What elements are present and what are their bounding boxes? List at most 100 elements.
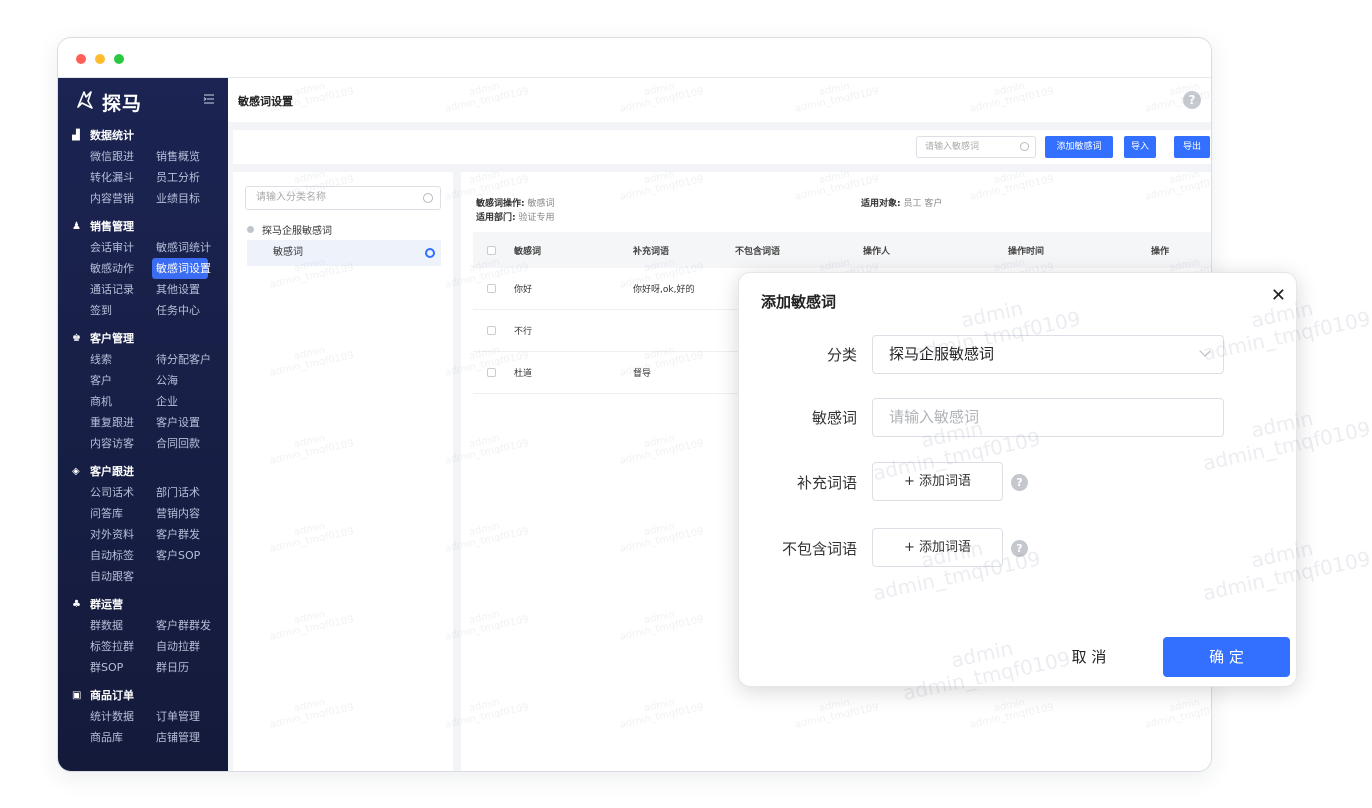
sidebar-items: 群数据 客户群群发 标签拉群 自动拉群 群SOP 群日历 [72,615,228,678]
sidebar-item[interactable]: 店铺管理 [156,727,222,748]
sidebar-item[interactable]: 待分配客户 [156,349,222,370]
sidebar-item[interactable]: 自动拉群 [156,636,222,657]
maximize-window-button[interactable] [114,54,124,64]
row-checkbox[interactable] [487,326,496,335]
select-all-checkbox[interactable] [487,246,496,255]
sidebar-item[interactable]: 群日历 [156,657,222,678]
help-icon[interactable]: ? [1183,91,1201,109]
brand: 探马 [58,78,228,124]
row-word: 杜道 [514,369,533,379]
sidebar-item[interactable]: 部门话术 [156,482,222,503]
sidebar-section-title[interactable]: ▟ 数据统计 [72,124,228,146]
confirm-button[interactable]: 确 定 [1163,637,1290,677]
import-button[interactable]: 导入 [1124,136,1156,158]
sidebar-item[interactable]: 客户SOP [156,545,222,566]
sidebar-item[interactable]: 敏感词统计 [156,237,222,258]
sidebar-section-title[interactable]: ♚ 客户管理 [72,327,228,349]
sidebar-item[interactable]: 敏感动作 [90,258,156,279]
bullet-icon [247,226,254,233]
sidebar-item[interactable]: 销售概览 [156,146,222,167]
extra-help-icon[interactable]: ? [1011,474,1028,491]
sidebar-items: 公司话术 部门话术 问答库 营销内容 对外资料 客户群发 自动标签 客户SOP 自动跟客 [72,482,228,587]
sidebar-section-title[interactable]: ♟ 销售管理 [72,215,228,237]
category-root-label: 探马企服敏感词 [262,226,332,237]
meta-target: 适用对象: 员工 客户 [861,196,942,209]
watermark-line: admin_tmqf0109 [1200,306,1372,366]
sidebar-item[interactable]: 签到 [90,300,156,321]
sidebar-items: 线索 待分配客户 客户 公海 商机 企业 重复跟进 客户设置 内容访客 合同回款 [72,349,228,454]
sidebar-item[interactable]: 客户群发 [156,524,222,545]
sidebar-item[interactable]: 订单管理 [156,706,222,727]
category-search-placeholder: 请输入分类名称 [256,192,326,203]
user-icon: ♟ [72,220,81,232]
sidebar-item[interactable]: 线索 [90,349,156,370]
sidebar-item[interactable]: 商品库 [90,727,156,748]
category-select[interactable]: 探马企服敏感词 [872,335,1224,374]
bar-chart-icon: ▟ [72,129,80,141]
collapse-menu-icon[interactable] [203,93,215,105]
gear-icon[interactable] [425,248,435,258]
meta-target-value: 员工 客户 [903,199,943,209]
sidebar-item[interactable]: 群SOP [90,657,156,678]
sidebar-item[interactable]: 企业 [156,391,222,412]
sidebar-item[interactable]: 客户群群发 [156,615,222,636]
sidebar-item[interactable]: 微信跟进 [90,146,156,167]
sidebar-item[interactable]: 对外资料 [90,524,156,545]
sidebar-item[interactable]: 业绩目标 [156,188,222,209]
add-exclude-word-button[interactable]: + 添加词语 [872,528,1003,567]
sidebar-item[interactable]: 商机 [90,391,156,412]
toolbar: 请输入敏感词 添加敏感词 导入 导出 [233,130,1211,164]
sidebar-item[interactable]: 合同回款 [156,433,222,454]
sidebar-item[interactable]: 标签拉群 [90,636,156,657]
sidebar-item[interactable]: 公海 [156,370,222,391]
sidebar-item[interactable]: 员工分析 [156,167,222,188]
sidebar-section-title[interactable]: ♣ 群运营 [72,593,228,615]
exclude-help-icon[interactable]: ? [1011,540,1028,557]
sidebar-item[interactable]: 其他设置 [156,279,222,300]
sidebar-item[interactable]: 自动标签 [90,545,156,566]
row-checkbox[interactable] [487,368,496,377]
sidebar-item[interactable]: 内容营销 [90,188,156,209]
meta-action-value: 敏感词 [527,199,555,209]
sidebar-item[interactable]: 转化漏斗 [90,167,156,188]
cancel-button[interactable]: 取 消 [1044,637,1134,677]
add-sensitive-word-button[interactable]: 添加敏感词 [1045,136,1113,158]
sensitive-word-input[interactable]: 请输入敏感词 [872,398,1224,437]
add-extra-word-button[interactable]: + 添加词语 [872,462,1003,501]
sidebar-item[interactable]: 任务中心 [156,300,222,321]
sidebar-item[interactable]: 客户 [90,370,156,391]
category-search-input[interactable]: 请输入分类名称 [245,186,441,210]
row-extra: 督导 [633,369,652,379]
sidebar-item[interactable]: 问答库 [90,503,156,524]
export-button[interactable]: 导出 [1174,136,1210,158]
sidebar-item[interactable]: 自动跟客 [90,566,156,587]
category-item-sensitive-word[interactable]: 敏感词 [247,240,441,266]
watermark-line: admin_tmqf0109 [1200,416,1372,476]
sidebar-item[interactable]: 群数据 [90,615,156,636]
sidebar-section-title[interactable]: ▣ 商品订单 [72,684,228,706]
category-root[interactable]: 探马企服敏感词 [247,222,332,237]
sidebar-item[interactable]: 通话记录 [90,279,156,300]
page-title: 敏感词设置 [238,95,293,108]
meta-action: 敏感词操作: 敏感词 [476,196,555,209]
watermark-line: admin_tmqf0109 [1200,546,1372,606]
sidebar-item[interactable]: 会话审计 [90,237,156,258]
minimize-window-button[interactable] [95,54,105,64]
close-window-button[interactable] [76,54,86,64]
sensitive-word-search-input[interactable]: 请输入敏感词 [916,136,1036,158]
sidebar-item[interactable]: 敏感词设置 [152,258,211,279]
sidebar-item[interactable]: 公司话术 [90,482,156,503]
row-checkbox[interactable] [487,284,496,293]
category-label: 分类 [826,346,857,364]
sidebar-item[interactable]: 统计数据 [90,706,156,727]
table-header: 敏感词 补充词语 不包含词语 操作人 操作时间 操作 [473,232,1211,268]
sidebar-item[interactable]: 营销内容 [156,503,222,524]
sidebar-item[interactable]: 客户设置 [156,412,222,433]
sidebar-section-label: 销售管理 [90,220,134,233]
sidebar-item[interactable]: 重复跟进 [90,412,156,433]
close-icon[interactable]: ✕ [1271,285,1286,306]
sidebar-section-title[interactable]: ◈ 客户跟进 [72,460,228,482]
meta-dept: 适用部门: 验证专用 [476,210,555,223]
sidebar-item[interactable]: 内容访客 [90,433,156,454]
dialog-title: 添加敏感词 [761,293,837,311]
